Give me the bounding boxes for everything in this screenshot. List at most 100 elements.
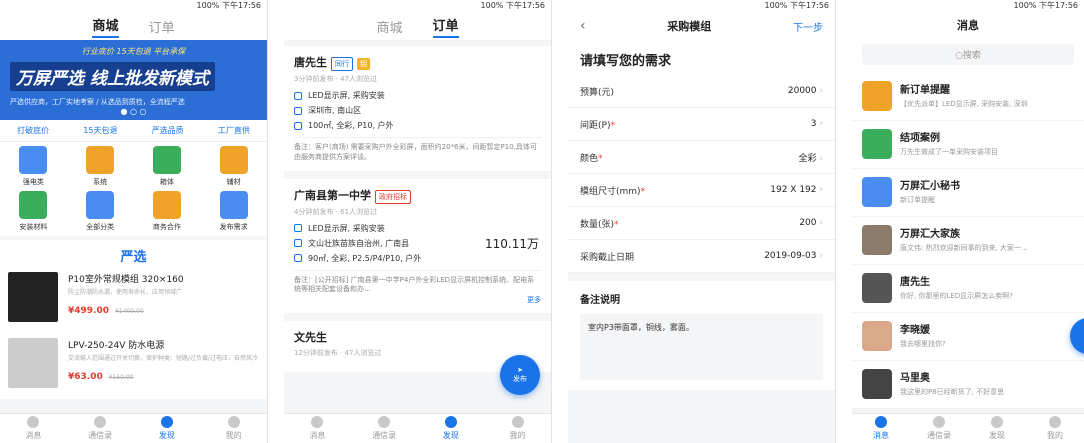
category-item[interactable]: 系统 bbox=[67, 146, 134, 187]
order-card[interactable]: 唐先生 同行钥 3分钟前发布 · 47人浏览过 LED显示屏, 采购安装 深圳市,… bbox=[284, 46, 551, 171]
more-link[interactable]: 更多 bbox=[294, 295, 541, 305]
chat-icon bbox=[311, 416, 324, 428]
compass-icon bbox=[160, 416, 173, 428]
tabbar-messages[interactable]: 消息 bbox=[852, 414, 910, 443]
message-item[interactable]: 结项案例万先生做成了一单采购安装项目 bbox=[852, 121, 1084, 169]
banner-slogan: 行业底价 15天包退 平台承保 bbox=[81, 47, 186, 56]
message-item[interactable]: 万屏汇大家族 唐文伟: 热烈欢迎新同事的到来, 大家一... bbox=[852, 217, 1084, 265]
tag-badge: 同行 bbox=[331, 57, 353, 71]
product-title: P10室外常规模组 320×160 bbox=[68, 275, 184, 285]
tabbar-discover[interactable]: 发现 bbox=[134, 414, 201, 443]
page-title: 采购模组 bbox=[667, 20, 712, 33]
compass-icon bbox=[991, 416, 1003, 428]
required-mark: * bbox=[614, 219, 619, 230]
category-item[interactable]: 发布需求 bbox=[200, 191, 267, 232]
tag-badge: 钥 bbox=[357, 58, 370, 70]
category-label: 系统 bbox=[93, 178, 108, 186]
page-title: 消息 bbox=[852, 12, 1084, 40]
category-item[interactable]: 辅材 bbox=[200, 146, 267, 187]
category-item[interactable]: 强电类 bbox=[0, 146, 67, 187]
category-icon bbox=[86, 146, 115, 174]
order-name: 广南县第一中学 bbox=[294, 188, 371, 202]
product-old-price: ¥1400.00 bbox=[115, 308, 144, 315]
banner-sub: 严选供应商，工厂实地考察 / 从选品到质检，全流程严选 bbox=[10, 98, 185, 106]
tab-mall[interactable]: 商城 bbox=[92, 15, 119, 38]
note-textarea[interactable]: 室内P3带面罩，铜线，雾面。 bbox=[580, 314, 823, 380]
tab-mall[interactable]: 商城 bbox=[376, 17, 402, 36]
messages-screen: 100% 下午17:56 消息 ○搜索 新订单提醒 【优先派单】LED显示屏, 采… bbox=[852, 0, 1084, 443]
tabbar-messages[interactable]: 消息 bbox=[284, 414, 351, 443]
category-item[interactable]: 安装材料 bbox=[0, 191, 67, 232]
field-label: 数量(张) bbox=[580, 219, 615, 230]
contacts-icon bbox=[378, 416, 391, 428]
message-item[interactable]: 新订单提醒 【优先派单】LED显示屏, 采购安装, 深圳 bbox=[852, 73, 1084, 121]
next-button[interactable]: 下一步 bbox=[793, 19, 823, 34]
message-item[interactable]: 李晓媛 我去哪里找你? bbox=[852, 313, 1084, 361]
compass-icon bbox=[444, 416, 457, 428]
field-label: 间距(P) bbox=[580, 120, 611, 131]
category-item[interactable]: 箱体 bbox=[134, 146, 201, 187]
message-preview: 万先生做成了一单采购安装项目 bbox=[900, 148, 998, 156]
tabbar-discover[interactable]: 发现 bbox=[418, 414, 485, 443]
tabbar-me[interactable]: 我的 bbox=[1026, 414, 1084, 443]
tabbar-contacts[interactable]: 通信录 bbox=[351, 414, 418, 443]
message-item[interactable]: 万屏汇小秘书 新订单提醒 bbox=[852, 169, 1084, 217]
chat-icon bbox=[875, 416, 887, 428]
field-label: 颜色 bbox=[580, 153, 599, 164]
product-desc: 防尘防潮防水漏，使用寿命长，应用领域广 bbox=[68, 289, 183, 296]
screen-icon bbox=[294, 91, 302, 100]
category-icon bbox=[219, 146, 248, 174]
product-desc: 交流输入范围通过开关切换，保护种类：短路/过负载/过电压，自然风冷 bbox=[68, 355, 259, 362]
order-spec: 100㎡, 全彩, P10, 户外 bbox=[308, 121, 394, 130]
required-mark: * bbox=[598, 153, 603, 164]
form-field[interactable]: 颜色* 全彩 › bbox=[568, 141, 835, 174]
tabbar-me[interactable]: 我的 bbox=[200, 414, 267, 443]
location-icon bbox=[294, 239, 302, 248]
message-sender: 结项案例 bbox=[900, 133, 940, 144]
publish-button[interactable]: ➤ 发布 bbox=[500, 355, 540, 395]
tabbar-discover[interactable]: 发现 bbox=[968, 414, 1026, 443]
top-tabs: 商城 订单 bbox=[0, 12, 267, 40]
form-field[interactable]: 数量(张)* 200 › bbox=[568, 207, 835, 240]
tab-orders[interactable]: 订单 bbox=[149, 17, 175, 36]
order-meta: 12分钟前发布 · 47人浏览过 bbox=[294, 349, 382, 358]
brand-heading: 严选 bbox=[0, 240, 267, 267]
order-type: LED显示屏, 采购安装 bbox=[308, 91, 385, 100]
user-icon bbox=[511, 416, 524, 428]
form-field[interactable]: 间距(P)* 3 › bbox=[568, 108, 835, 141]
category-item[interactable]: 商务合作 bbox=[134, 191, 201, 232]
message-preview: 你好, 你那里的LED显示屏怎么卖啊? bbox=[900, 292, 1013, 300]
bottom-tabbar: 消息 通信录 发现 我的 bbox=[852, 413, 1084, 443]
product-item[interactable]: P10室外常规模组 320×160 防尘防潮防水漏，使用寿命长，应用领域广 ¥4… bbox=[0, 267, 267, 333]
send-icon: ➤ bbox=[517, 366, 523, 374]
tab-orders[interactable]: 订单 bbox=[432, 15, 459, 38]
guarantee-item: 打破底价 bbox=[17, 126, 50, 135]
purchase-form-screen: 100% 下午17:56 ‹ 采购模组 下一步 请填写您的需求 预算(元) 200… bbox=[568, 0, 836, 443]
message-sender: 新订单提醒 bbox=[900, 85, 950, 96]
order-name: 唐先生 bbox=[294, 56, 327, 69]
category-label: 辅材 bbox=[226, 178, 241, 186]
product-item[interactable]: LPV-250-24V 防水电源 交流输入范围通过开关切换，保护种类：短路/过负… bbox=[0, 333, 267, 399]
category-icon bbox=[19, 146, 48, 174]
form-field[interactable]: 采购截止日期 2019-09-03 › bbox=[568, 240, 835, 273]
message-item[interactable]: 唐先生 你好, 你那里的LED显示屏怎么卖啊? bbox=[852, 265, 1084, 313]
user-icon bbox=[1049, 416, 1061, 428]
order-note: 备注：[公开招标] 广南县第一中学P4户外全彩LED显示屏机控制系统、配电系统等… bbox=[294, 269, 541, 296]
field-label: 模组尺寸(mm) bbox=[580, 186, 641, 197]
chevron-right-icon: › bbox=[819, 251, 823, 261]
message-item[interactable]: 马里奥 我这里的P8已经断货了, 不好意思 bbox=[852, 361, 1084, 409]
form-field[interactable]: 模组尺寸(mm)* 192 X 192 › bbox=[568, 174, 835, 207]
order-card[interactable]: 广南县第一中学 政府招标 4分钟前发布 · 61人浏览过 LED显示屏, 采购安装… bbox=[284, 178, 551, 314]
contacts-icon bbox=[94, 416, 107, 428]
back-icon[interactable]: ‹ bbox=[580, 18, 586, 34]
tabbar-messages[interactable]: 消息 bbox=[0, 414, 67, 443]
search-input[interactable]: ○搜索 bbox=[862, 44, 1074, 65]
tabbar-contacts[interactable]: 通信录 bbox=[910, 414, 968, 443]
chevron-right-icon: › bbox=[819, 86, 823, 96]
form-field[interactable]: 预算(元) 20000 › bbox=[568, 75, 835, 108]
bottom-tabbar: 消息 通信录 发现 我的 bbox=[0, 413, 267, 443]
tabbar-me[interactable]: 我的 bbox=[484, 414, 551, 443]
promo-banner[interactable]: 行业底价 15天包退 平台承保 万屏严选 线上批发新模式 严选供应商，工厂实地考… bbox=[0, 40, 267, 120]
tabbar-contacts[interactable]: 通信录 bbox=[67, 414, 134, 443]
category-item[interactable]: 全部分类 bbox=[67, 191, 134, 232]
